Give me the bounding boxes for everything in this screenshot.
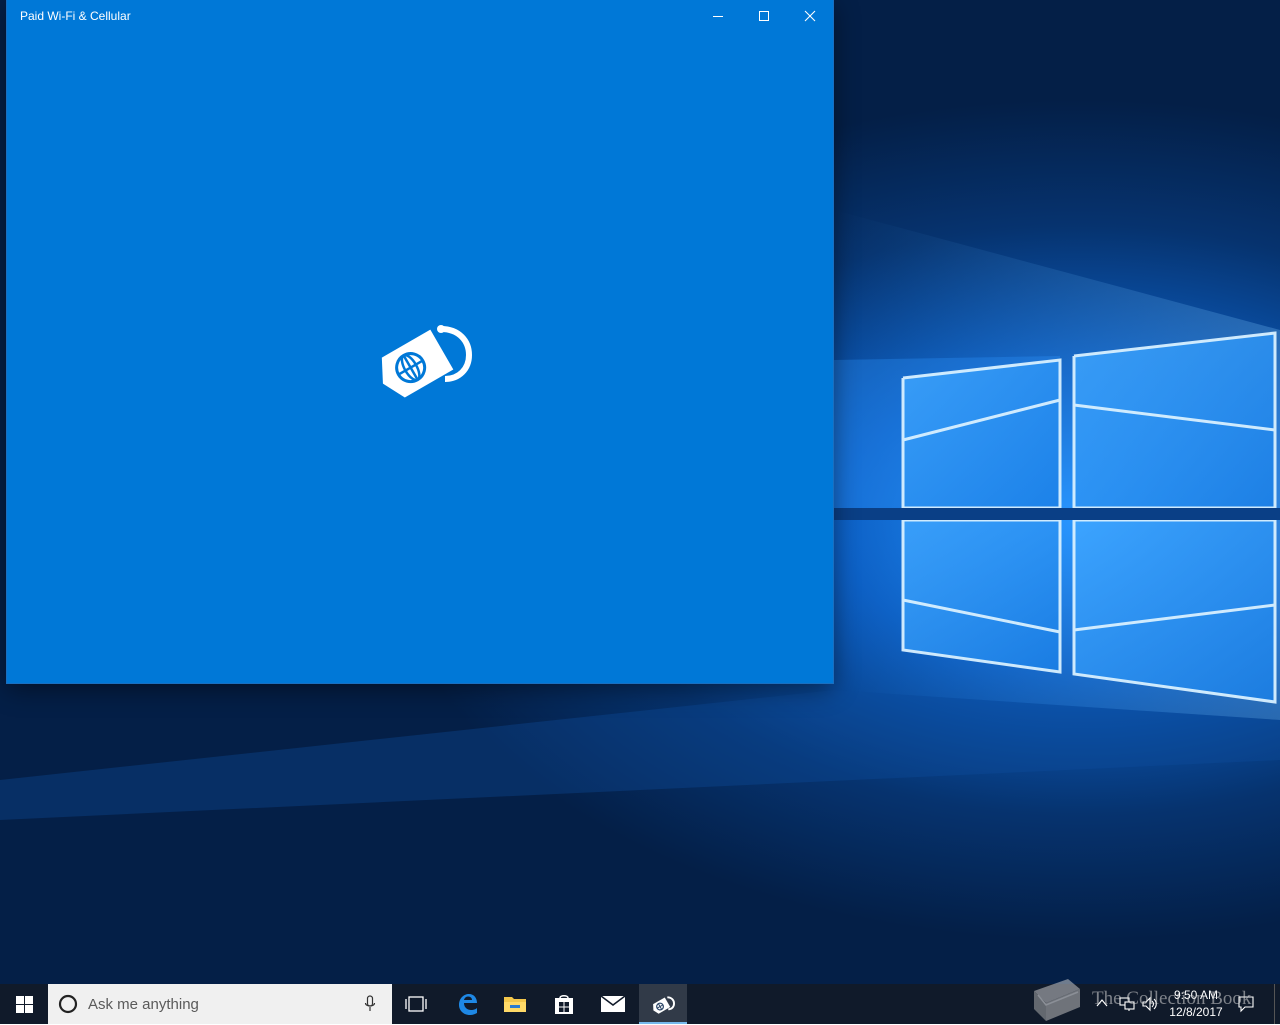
minimize-button[interactable]: [695, 0, 741, 32]
microphone-icon[interactable]: [364, 995, 376, 1013]
volume-icon[interactable]: [1141, 996, 1159, 1012]
close-icon: [804, 10, 816, 22]
windows-start-icon: [15, 995, 33, 1013]
chevron-up-icon[interactable]: [1095, 996, 1109, 1010]
taskbar: Ask me anything 9:50 AM 12/8/2017: [0, 984, 1280, 1024]
store-bag-icon: [555, 995, 573, 1014]
explorer-button[interactable]: [491, 984, 539, 1024]
folder-icon: [504, 997, 526, 1012]
task-view-button[interactable]: [392, 984, 440, 1024]
store-button[interactable]: [540, 984, 588, 1024]
title-bar[interactable]: Paid Wi-Fi & Cellular: [7, 0, 833, 32]
maximize-icon: [759, 11, 769, 21]
mail-icon: [600, 995, 626, 1012]
edge-icon: [459, 994, 477, 1015]
close-button[interactable]: [787, 0, 833, 32]
cortana-circle-icon[interactable]: [58, 994, 78, 1014]
maximize-button[interactable]: [741, 0, 787, 32]
clock[interactable]: 9:50 AM 12/8/2017: [1160, 984, 1232, 1024]
search-placeholder[interactable]: Ask me anything: [88, 996, 199, 1013]
task-view-icon: [405, 996, 427, 1012]
paid-wifi-taskbar-button[interactable]: [639, 984, 687, 1024]
window-title: Paid Wi-Fi & Cellular: [20, 9, 131, 23]
minimize-icon: [713, 16, 723, 17]
sim-globe-tag-icon: [653, 996, 675, 1014]
clock-date: 12/8/2017: [1169, 1005, 1223, 1019]
search-box[interactable]: Ask me anything: [48, 984, 392, 1024]
show-desktop-button[interactable]: [1274, 984, 1280, 1024]
sim-globe-tag-icon: [381, 325, 473, 398]
mail-button[interactable]: [589, 984, 637, 1024]
edge-button[interactable]: [443, 984, 491, 1024]
start-button[interactable]: [0, 984, 48, 1024]
app-window[interactable]: Paid Wi-Fi & Cellular: [7, 0, 833, 683]
action-center-icon[interactable]: [1237, 995, 1255, 1013]
network-icon[interactable]: [1118, 996, 1136, 1012]
clock-time: 9:50 AM: [1173, 988, 1219, 1002]
